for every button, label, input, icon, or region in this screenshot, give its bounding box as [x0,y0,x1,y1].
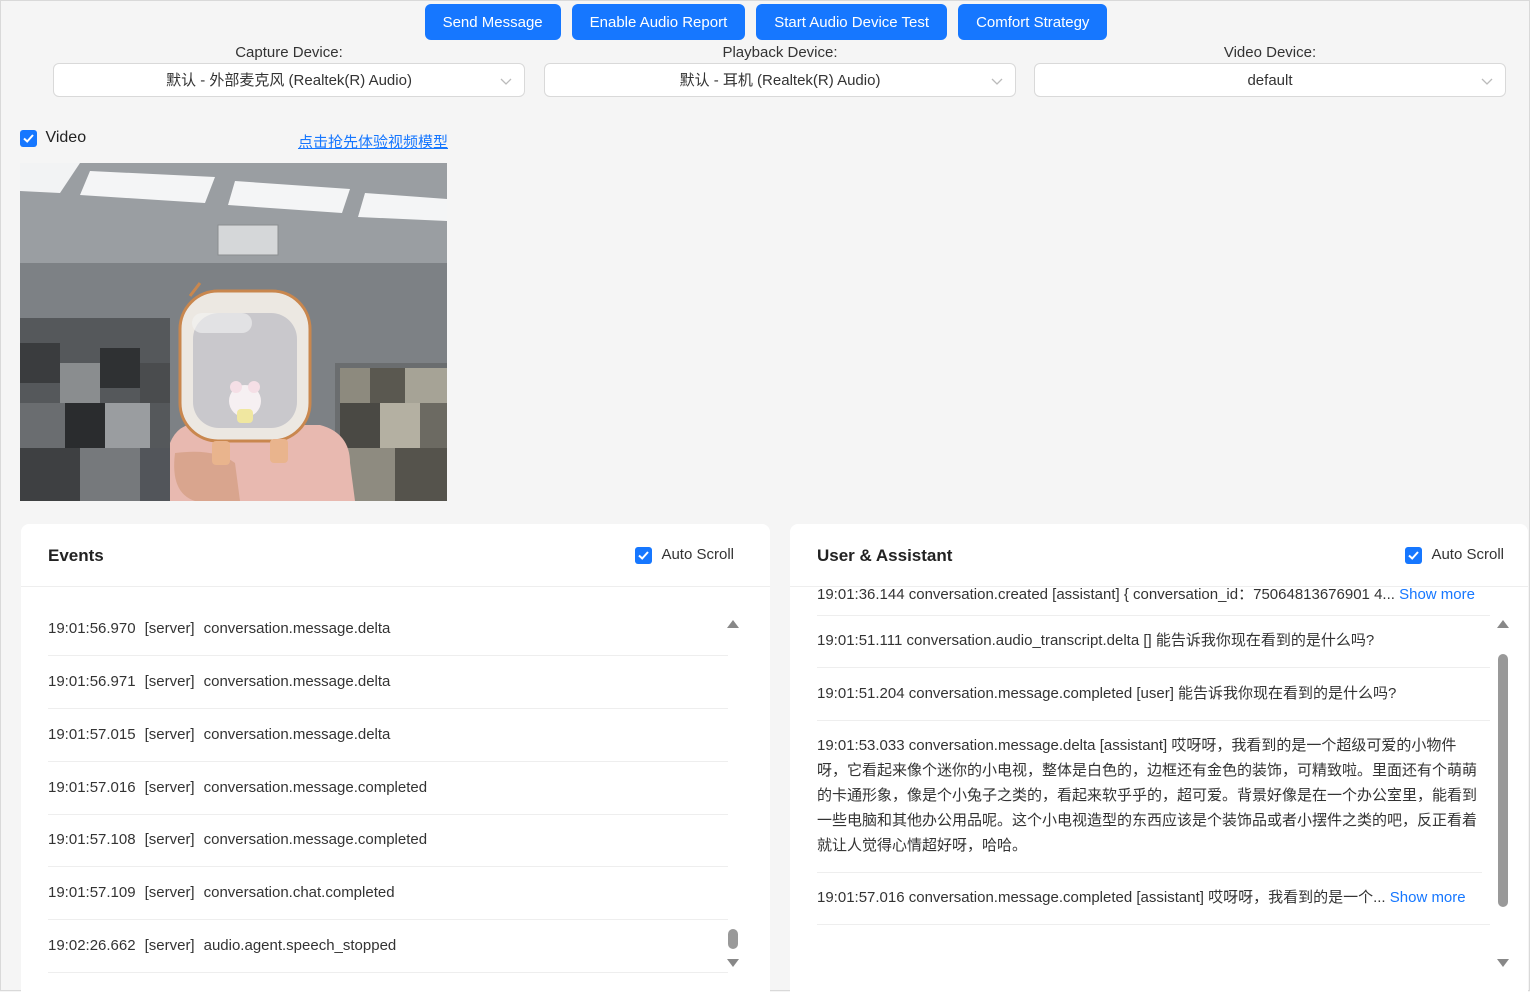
chat-message-text: 19:01:51.111 conversation.audio_transcri… [817,632,1375,649]
events-auto-scroll[interactable]: Auto Scroll [635,546,734,564]
event-name: conversation.message.delta [203,673,391,690]
events-scrollbar-thumb[interactable] [728,929,738,949]
capture-device-value: 默认 - 外部麦克风 (Realtek(R) Audio) [166,72,412,89]
show-more-link[interactable]: Show more [1399,587,1475,603]
event-time: 19:01:57.015 [48,726,136,743]
chat-message: 19:01:36.144 conversation.created [assis… [817,587,1490,616]
event-row: 19:01:57.108 [server] conversation.message… [48,814,728,867]
scroll-down-arrow-icon[interactable] [1497,959,1509,967]
event-time: 19:01:56.970 [48,620,136,637]
video-preview [20,163,447,501]
chat-auto-scroll-label: Auto Scroll [1431,546,1504,563]
playback-device-group: Playback Device: 默认 - 耳机 (Realtek(R) Aud… [544,43,1016,97]
chat-scrollbar-thumb[interactable] [1498,654,1508,907]
start-audio-device-test-button[interactable]: Start Audio Device Test [756,4,948,40]
events-auto-scroll-label: Auto Scroll [661,546,734,563]
chat-auto-scroll[interactable]: Auto Scroll [1405,546,1504,564]
video-device-value: default [1247,72,1293,89]
chevron-down-icon [991,64,1003,98]
chat-message-text: 19:01:53.033 conversation.message.delta … [817,737,1478,854]
video-checkbox[interactable] [20,129,37,147]
event-name: conversation.chat.completed [203,884,395,901]
event-source: [server] [144,620,195,637]
event-time: 19:01:57.109 [48,884,136,901]
chat-message: 19:01:51.204 conversation.message.comple… [817,668,1490,721]
event-source: [server] [144,673,195,690]
events-panel: Events Auto Scroll 19:01:56.970 [server] c… [21,524,770,992]
event-name: conversation.message.delta [203,726,391,743]
event-source: [server] [144,937,195,954]
event-row: 19:02:26.662 [server] audio.agent.speech_s… [48,920,728,973]
chat-auto-scroll-checkbox[interactable] [1405,546,1423,564]
events-panel-header: Events Auto Scroll [21,524,770,587]
scroll-up-arrow-icon[interactable] [727,620,739,628]
event-name: audio.agent.speech_stopped [203,937,397,954]
event-row: 19:01:56.970 [server] conversation.message… [48,603,728,656]
enable-audio-report-button[interactable]: Enable Audio Report [571,4,746,40]
chevron-down-icon [500,64,512,98]
playback-device-value: 默认 - 耳机 (Realtek(R) Audio) [679,72,881,89]
event-time: 19:01:57.108 [48,831,136,848]
event-source: [server] [144,831,195,848]
video-device-label: Video Device: [1223,44,1317,61]
event-row: 19:01:57.015 [server] conversation.message… [48,709,728,762]
chat-message: 19:01:51.111 conversation.audio_transcri… [817,615,1490,668]
video-device-group: Video Device: default [1034,43,1506,97]
event-row: 19:01:57.016 [server] conversation.message… [48,762,728,815]
scroll-up-arrow-icon[interactable] [1497,620,1509,628]
chat-message-text: 19:01:36.144 conversation.created [assis… [817,587,1395,603]
chat-panel-header: User & Assistant Auto Scroll [790,524,1528,587]
playback-device-select[interactable]: 默认 - 耳机 (Realtek(R) Audio) [544,63,1016,97]
show-more-link[interactable]: Show more [1390,889,1466,906]
event-time: 19:01:57.016 [48,779,136,796]
comfort-strategy-button[interactable]: Comfort Strategy [958,4,1108,40]
chevron-down-icon [1481,64,1493,98]
video-device-select[interactable]: default [1034,63,1506,97]
event-name: conversation.message.delta [203,620,391,637]
event-time: 19:01:56.971 [48,673,136,690]
video-model-link[interactable]: 点击抢先体验视频模型 [298,131,448,152]
capture-device-label: Capture Device: [235,44,343,61]
capture-device-select[interactable]: 默认 - 外部麦克风 (Realtek(R) Audio) [53,63,525,97]
scroll-down-arrow-icon[interactable] [727,959,739,967]
chat-message: 19:01:53.033 conversation.message.delta … [817,721,1482,873]
playback-device-label: Playback Device: [722,44,838,61]
event-name: conversation.message.completed [203,831,428,848]
event-row: 19:01:57.109 [server] conversation.chat.co… [48,867,728,920]
event-row: 19:01:56.971 [server] conversation.message… [48,656,728,709]
chat-message-text: 19:01:51.204 conversation.message.comple… [817,685,1397,702]
event-source: [server] [144,726,195,743]
chat-message-text: 19:01:57.016 conversation.message.comple… [817,889,1386,906]
events-auto-scroll-checkbox[interactable] [635,546,653,564]
toolbar: Send Message Enable Audio Report Start A… [1,4,1530,40]
events-panel-title: Events [48,546,104,565]
chat-message: 19:01:57.016 conversation.message.comple… [817,872,1490,925]
chat-panel: User & Assistant Auto Scroll 19:01:36.14… [790,524,1528,992]
send-message-button[interactable]: Send Message [424,4,561,40]
capture-device-group: Capture Device: 默认 - 外部麦克风 (Realtek(R) A… [53,43,525,97]
chat-panel-title: User & Assistant [817,546,953,565]
event-time: 19:02:26.662 [48,937,136,954]
event-source: [server] [144,779,195,796]
event-name: conversation.message.completed [203,779,428,796]
chat-messages: 19:01:36.144 conversation.created [assis… [790,587,1490,992]
video-checkbox-label: Video [45,129,87,146]
video-toggle-row: Video 点击抢先体验视频模型 [20,129,448,151]
event-source: [server] [144,884,195,901]
camera-feed-image [20,163,447,501]
